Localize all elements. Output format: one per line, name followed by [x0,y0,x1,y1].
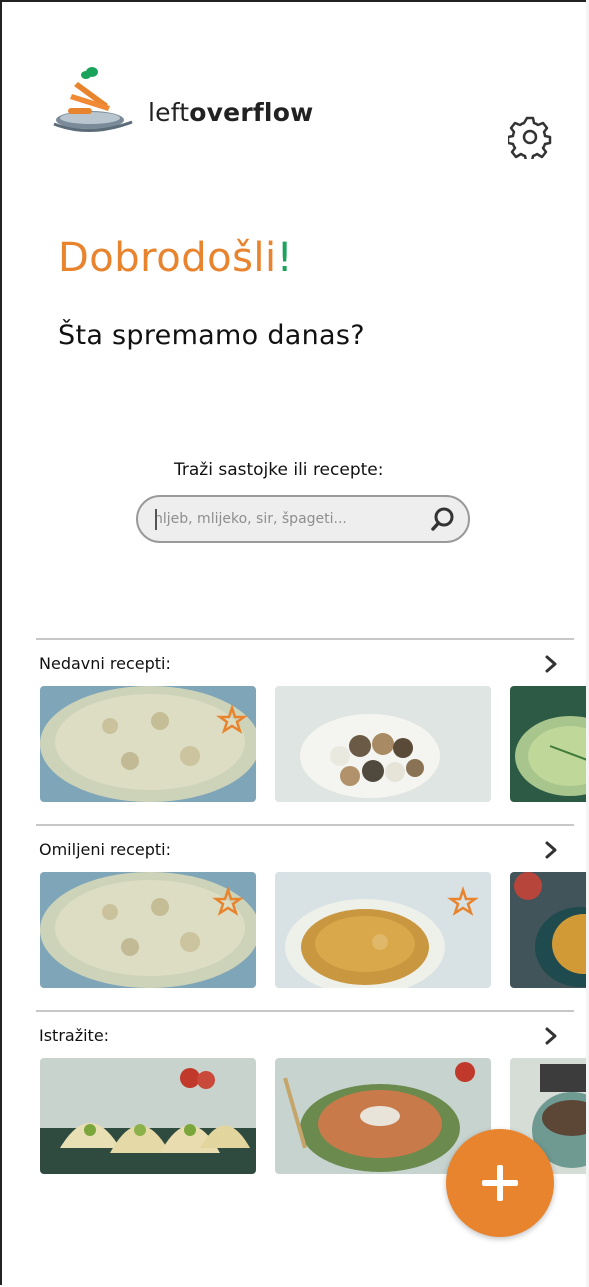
welcome-question: Šta spremamo danas? [58,320,365,351]
recipe-card[interactable] [40,872,256,988]
chevron-right-icon[interactable] [543,840,559,860]
logo-pot-icon [53,67,133,132]
chevron-right-icon[interactable] [543,1026,559,1046]
recipe-card[interactable] [40,686,256,802]
section-title: Omiljeni recepti: [39,840,172,859]
recipe-card[interactable] [275,686,491,802]
settings-button[interactable] [506,115,552,163]
welcome-heading: Dobrodošli! [58,235,293,281]
recipe-image [40,686,256,802]
section-title: Istražite: [39,1026,110,1045]
recipe-card[interactable] [510,872,586,988]
recipe-image [275,872,491,988]
section-favorite-recipes: Omiljeni recepti: [2,824,586,1004]
welcome-word: Dobrodošli [58,235,277,281]
search-label: Traži sastojke ili recepte: [174,460,384,480]
section-divider [36,1010,574,1012]
app-name: leftoverflow [148,98,313,127]
chevron-right-icon[interactable] [543,654,559,674]
app-name-bold: overflow [189,98,314,127]
section-recent-recipes: Nedavni recepti: [2,638,586,818]
app-name-light: left [148,98,190,127]
section-divider [36,638,574,640]
app-logo [50,64,160,142]
recipe-image [510,686,586,802]
recipe-image [40,1058,256,1174]
app-screen: leftoverflow Dobrodošli! Šta spremamo da… [0,0,586,1285]
gear-icon [506,116,552,163]
add-recipe-button[interactable] [446,1129,554,1237]
recipe-card[interactable] [40,1058,256,1174]
search-icon[interactable] [430,506,456,532]
recipe-card[interactable] [275,872,491,988]
search-input[interactable] [154,497,424,541]
text-cursor [155,509,157,530]
recipe-image [510,872,586,988]
recipe-image [275,686,491,802]
recipe-image [40,872,256,988]
welcome-exclamation: ! [276,235,294,281]
section-title: Nedavni recepti: [39,654,171,673]
recipe-card[interactable] [510,686,586,802]
section-divider [36,824,574,826]
search-bar[interactable] [136,495,470,543]
